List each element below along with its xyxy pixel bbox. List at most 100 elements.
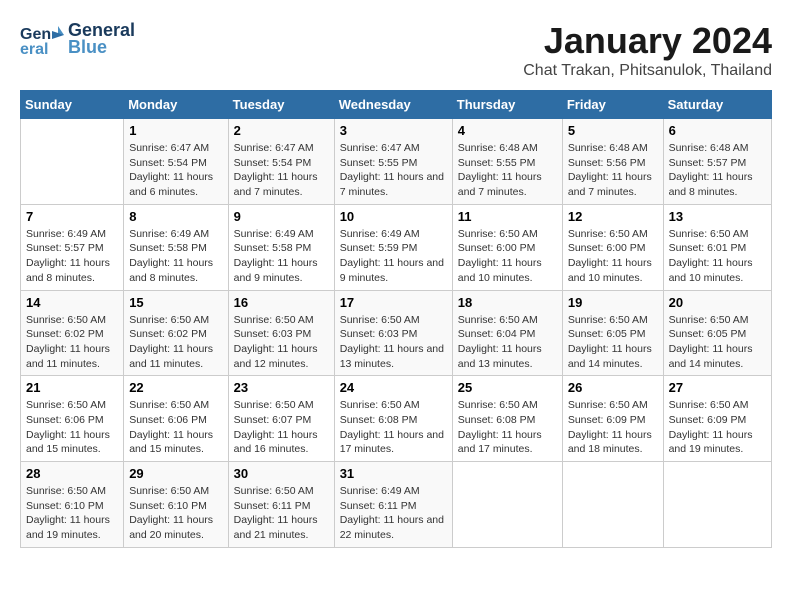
day-number: 6 <box>669 123 766 138</box>
day-info: Sunrise: 6:50 AMSunset: 6:02 PMDaylight:… <box>129 313 222 372</box>
day-info: Sunrise: 6:47 AMSunset: 5:54 PMDaylight:… <box>129 141 222 200</box>
calendar-table: SundayMondayTuesdayWednesdayThursdayFrid… <box>20 90 772 548</box>
day-info: Sunrise: 6:50 AMSunset: 6:07 PMDaylight:… <box>234 398 329 457</box>
calendar-cell: 15 Sunrise: 6:50 AMSunset: 6:02 PMDayligh… <box>124 290 228 376</box>
day-number: 3 <box>340 123 447 138</box>
day-info: Sunrise: 6:49 AMSunset: 6:11 PMDaylight:… <box>340 484 447 543</box>
calendar-cell: 8Sunrise: 6:49 AMSunset: 5:58 PMDaylight… <box>124 204 228 290</box>
calendar-cell: 2 Sunrise: 6:47 AMSunset: 5:54 PMDaylight… <box>228 119 334 205</box>
day-number: 8 <box>129 209 222 224</box>
day-info: Sunrise: 6:50 AMSunset: 6:00 PMDaylight:… <box>568 227 658 286</box>
column-header-wednesday: Wednesday <box>334 91 452 119</box>
day-info: Sunrise: 6:50 AMSunset: 6:08 PMDaylight:… <box>458 398 557 457</box>
day-number: 14 <box>26 295 118 310</box>
column-header-tuesday: Tuesday <box>228 91 334 119</box>
day-number: 10 <box>340 209 447 224</box>
calendar-cell: 24 Sunrise: 6:50 AMSunset: 6:08 PMDayligh… <box>334 376 452 462</box>
calendar-cell: 20 Sunrise: 6:50 AMSunset: 6:05 PMDayligh… <box>663 290 771 376</box>
calendar-cell: 21Sunrise: 6:50 AMSunset: 6:06 PMDayligh… <box>21 376 124 462</box>
column-header-friday: Friday <box>562 91 663 119</box>
day-number: 20 <box>669 295 766 310</box>
day-info: Sunrise: 6:50 AMSunset: 6:11 PMDaylight:… <box>234 484 329 543</box>
calendar-cell: 22 Sunrise: 6:50 AMSunset: 6:06 PMDayligh… <box>124 376 228 462</box>
day-info: Sunrise: 6:47 AMSunset: 5:54 PMDaylight:… <box>234 141 329 200</box>
day-info: Sunrise: 6:48 AMSunset: 5:56 PMDaylight:… <box>568 141 658 200</box>
day-info: Sunrise: 6:50 AMSunset: 6:00 PMDaylight:… <box>458 227 557 286</box>
logo-icon: Gen eral <box>20 21 64 57</box>
logo: Gen eral General Blue <box>20 20 135 58</box>
calendar-cell: 19 Sunrise: 6:50 AMSunset: 6:05 PMDayligh… <box>562 290 663 376</box>
day-number: 23 <box>234 380 329 395</box>
calendar-cell: 27 Sunrise: 6:50 AMSunset: 6:09 PMDayligh… <box>663 376 771 462</box>
calendar-cell: 4 Sunrise: 6:48 AMSunset: 5:55 PMDaylight… <box>452 119 562 205</box>
day-number: 25 <box>458 380 557 395</box>
day-number: 4 <box>458 123 557 138</box>
day-number: 30 <box>234 466 329 481</box>
day-number: 29 <box>129 466 222 481</box>
day-info: Sunrise: 6:50 AMSunset: 6:02 PMDaylight:… <box>26 313 118 372</box>
calendar-cell: 3 Sunrise: 6:47 AMSunset: 5:55 PMDaylight… <box>334 119 452 205</box>
main-title: January 2024 <box>523 20 772 62</box>
calendar-week-row: 7 Sunrise: 6:49 AMSunset: 5:57 PMDaylight… <box>21 204 772 290</box>
calendar-cell: 28Sunrise: 6:50 AMSunset: 6:10 PMDayligh… <box>21 462 124 548</box>
calendar-cell <box>452 462 562 548</box>
day-info: Sunrise: 6:48 AMSunset: 5:57 PMDaylight:… <box>669 141 766 200</box>
day-info: Sunrise: 6:50 AMSunset: 6:06 PMDaylight:… <box>129 398 222 457</box>
day-number: 31 <box>340 466 447 481</box>
calendar-cell: 11 Sunrise: 6:50 AMSunset: 6:00 PMDayligh… <box>452 204 562 290</box>
day-number: 22 <box>129 380 222 395</box>
day-info: Sunrise: 6:50 AMSunset: 6:10 PMDaylight:… <box>26 484 118 543</box>
day-info: Sunrise: 6:50 AMSunset: 6:09 PMDaylight:… <box>568 398 658 457</box>
day-info: Sunrise: 6:47 AMSunset: 5:55 PMDaylight:… <box>340 141 447 200</box>
calendar-week-row: 14 Sunrise: 6:50 AMSunset: 6:02 PMDayligh… <box>21 290 772 376</box>
day-info: Sunrise: 6:50 AMSunset: 6:05 PMDaylight:… <box>669 313 766 372</box>
day-number: 13 <box>669 209 766 224</box>
day-info: Sunrise: 6:50 AMSunset: 6:08 PMDaylight:… <box>340 398 447 457</box>
day-number: 11 <box>458 209 557 224</box>
day-info: Sunrise: 6:49 AMSunset: 5:57 PMDaylight:… <box>26 227 118 286</box>
day-info: Sunrise: 6:49 AMSunset: 5:58 PMDaylight:… <box>234 227 329 286</box>
calendar-cell: 9 Sunrise: 6:49 AMSunset: 5:58 PMDaylight… <box>228 204 334 290</box>
calendar-cell: 1 Sunrise: 6:47 AMSunset: 5:54 PMDaylight… <box>124 119 228 205</box>
calendar-cell: 25 Sunrise: 6:50 AMSunset: 6:08 PMDayligh… <box>452 376 562 462</box>
calendar-cell: 10Sunrise: 6:49 AMSunset: 5:59 PMDayligh… <box>334 204 452 290</box>
day-number: 16 <box>234 295 329 310</box>
day-info: Sunrise: 6:48 AMSunset: 5:55 PMDaylight:… <box>458 141 557 200</box>
calendar-cell <box>21 119 124 205</box>
calendar-cell: 12 Sunrise: 6:50 AMSunset: 6:00 PMDayligh… <box>562 204 663 290</box>
calendar-cell <box>663 462 771 548</box>
day-info: Sunrise: 6:50 AMSunset: 6:01 PMDaylight:… <box>669 227 766 286</box>
day-number: 9 <box>234 209 329 224</box>
day-info: Sunrise: 6:50 AMSunset: 6:10 PMDaylight:… <box>129 484 222 543</box>
day-number: 24 <box>340 380 447 395</box>
column-header-thursday: Thursday <box>452 91 562 119</box>
calendar-cell <box>562 462 663 548</box>
calendar-cell: 6 Sunrise: 6:48 AMSunset: 5:57 PMDaylight… <box>663 119 771 205</box>
day-info: Sunrise: 6:50 AMSunset: 6:09 PMDaylight:… <box>669 398 766 457</box>
day-number: 7 <box>26 209 118 224</box>
day-number: 2 <box>234 123 329 138</box>
day-number: 18 <box>458 295 557 310</box>
day-number: 19 <box>568 295 658 310</box>
calendar-cell: 26 Sunrise: 6:50 AMSunset: 6:09 PMDayligh… <box>562 376 663 462</box>
column-header-saturday: Saturday <box>663 91 771 119</box>
calendar-cell: 13 Sunrise: 6:50 AMSunset: 6:01 PMDayligh… <box>663 204 771 290</box>
day-number: 15 <box>129 295 222 310</box>
day-number: 26 <box>568 380 658 395</box>
day-number: 12 <box>568 209 658 224</box>
day-number: 5 <box>568 123 658 138</box>
day-info: Sunrise: 6:50 AMSunset: 6:03 PMDaylight:… <box>234 313 329 372</box>
svg-text:eral: eral <box>20 41 48 57</box>
calendar-cell: 31 Sunrise: 6:49 AMSunset: 6:11 PMDayligh… <box>334 462 452 548</box>
calendar-week-row: 1 Sunrise: 6:47 AMSunset: 5:54 PMDaylight… <box>21 119 772 205</box>
calendar-header-row: SundayMondayTuesdayWednesdayThursdayFrid… <box>21 91 772 119</box>
column-header-monday: Monday <box>124 91 228 119</box>
day-info: Sunrise: 6:50 AMSunset: 6:05 PMDaylight:… <box>568 313 658 372</box>
day-number: 27 <box>669 380 766 395</box>
day-number: 1 <box>129 123 222 138</box>
calendar-week-row: 28Sunrise: 6:50 AMSunset: 6:10 PMDayligh… <box>21 462 772 548</box>
calendar-cell: 14 Sunrise: 6:50 AMSunset: 6:02 PMDayligh… <box>21 290 124 376</box>
day-info: Sunrise: 6:50 AMSunset: 6:03 PMDaylight:… <box>340 313 447 372</box>
day-number: 21 <box>26 380 118 395</box>
calendar-body: 1 Sunrise: 6:47 AMSunset: 5:54 PMDaylight… <box>21 119 772 548</box>
